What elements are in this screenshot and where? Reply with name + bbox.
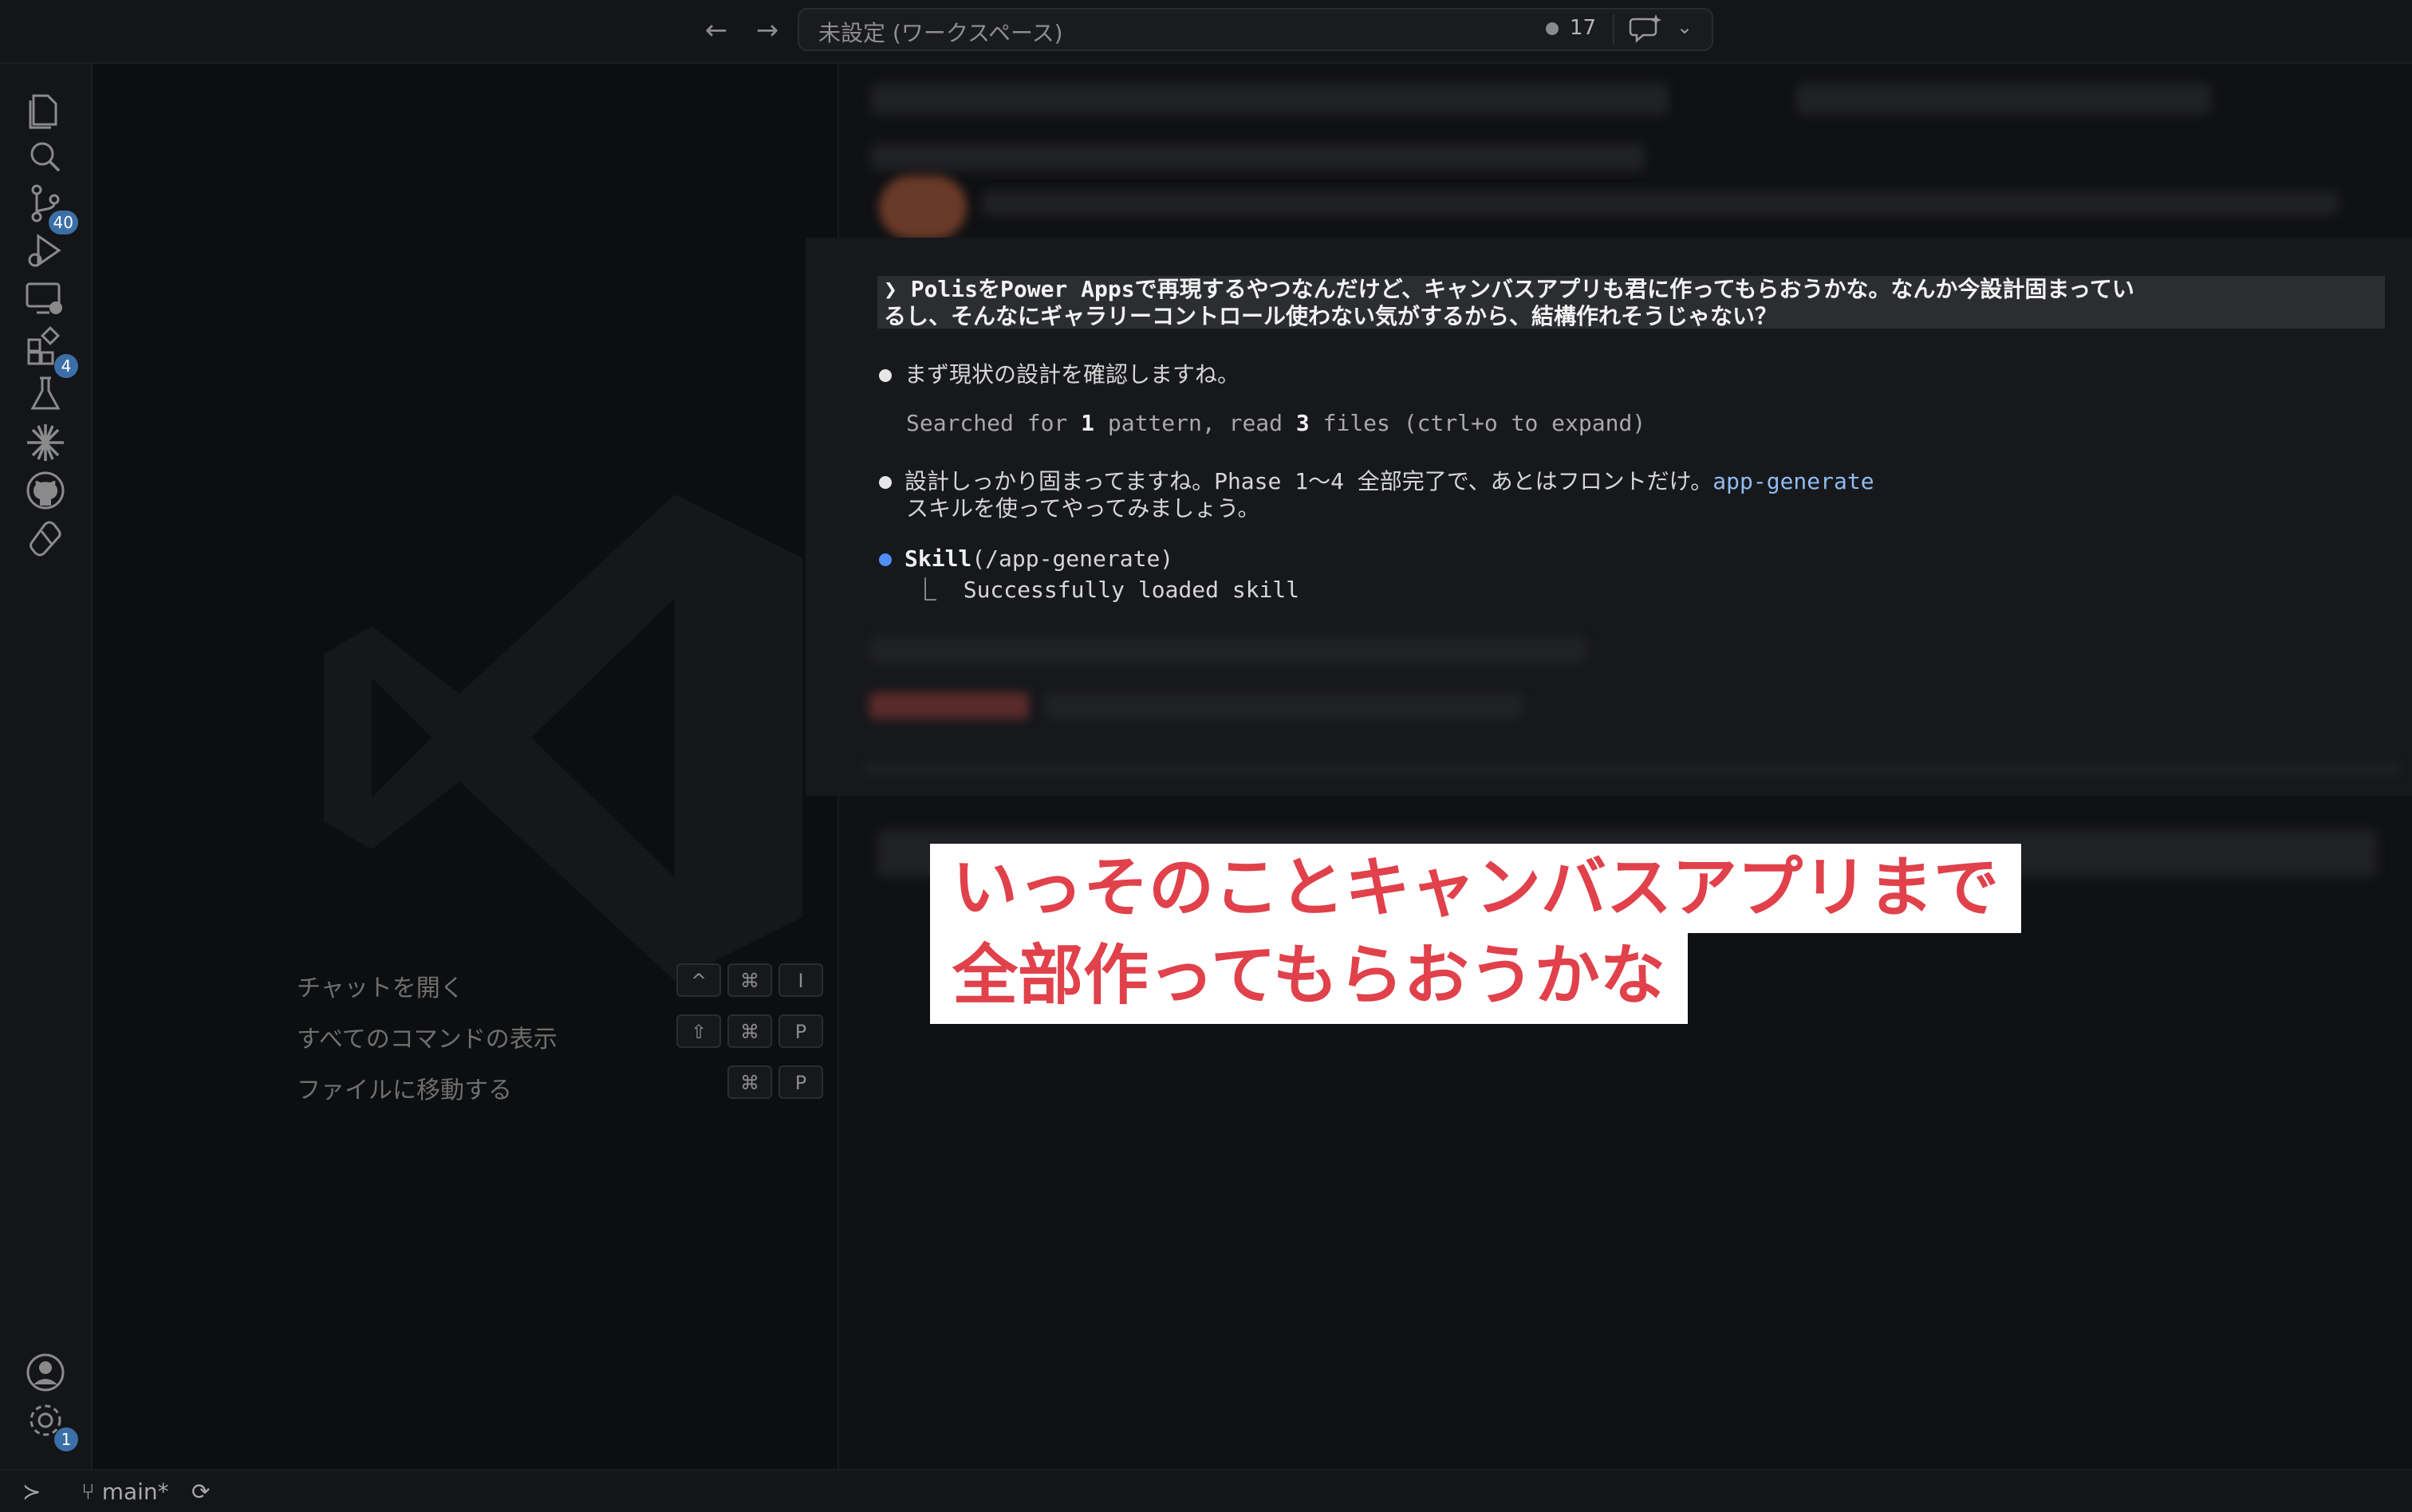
source-control-item[interactable]: 40: [21, 179, 78, 234]
claude-sparkle-icon[interactable]: [21, 418, 70, 467]
extensions-item[interactable]: 4: [21, 322, 78, 378]
sync-icon[interactable]: ⟳: [191, 1479, 210, 1505]
shortcut-label: ファイルに移動する: [297, 1077, 512, 1104]
editor-welcome: チャットを開く ^ ⌘ I すべてのコマンドの表示 ⇧ ⌘ P ファイルに移動す…: [93, 64, 839, 1469]
forward-arrow-icon[interactable]: →: [753, 16, 782, 45]
explorer-files-icon[interactable]: [21, 85, 70, 134]
run-debug-icon[interactable]: [21, 226, 70, 276]
blurred-tabs: [871, 83, 1669, 115]
skill-arg: (/app-generate): [972, 545, 1174, 572]
skill-name: Skill: [905, 545, 972, 572]
blurred-avatar: [879, 175, 967, 239]
blurred-actions: [1796, 83, 2211, 115]
branch-indicator[interactable]: ⑂ main*: [81, 1479, 169, 1505]
key-cmd: ⌘: [727, 1065, 772, 1099]
shortcut-show-all-commands[interactable]: すべてのコマンドの表示 ⇧ ⌘ P: [297, 1013, 823, 1053]
key-cmd: ⌘: [727, 963, 772, 997]
claude-chat-panel: ❯ PolisをPower Appsで再現するやつなんだけど、キャンバスアプリも…: [806, 238, 2412, 796]
summary-text: pattern, read: [1094, 410, 1296, 436]
account-icon[interactable]: [21, 1348, 70, 1397]
summary-text: Searched for: [906, 410, 1082, 436]
command-center[interactable]: 未設定 (ワークスペース) 17 ⌄: [798, 8, 1713, 51]
file-count: 3: [1295, 410, 1310, 436]
vscode-watermark-icon: [324, 494, 802, 981]
dot-icon: [1546, 22, 1559, 35]
bullet-icon: [879, 369, 892, 382]
blurred-header: [871, 144, 1645, 171]
bullet-icon: [879, 476, 892, 489]
shortcut-open-chat[interactable]: チャットを開く ^ ⌘ I: [297, 962, 823, 1002]
blurred-line: [869, 692, 1029, 719]
skill-call: Skill(/app-generate): [879, 545, 1173, 572]
title-bar: ← → 未設定 (ワークスペース) 17 ⌄: [0, 0, 2412, 64]
remote-indicator-icon[interactable]: ≻: [22, 1479, 41, 1505]
shortcut-go-to-file[interactable]: ファイルに移動する ⌘ P: [297, 1064, 823, 1104]
notification-count[interactable]: 17: [1546, 16, 1596, 40]
skill-reference: app-generate: [1712, 468, 1874, 494]
blurred-line: [1045, 692, 1523, 719]
manage-item[interactable]: 1: [21, 1396, 78, 1451]
summary-text: files (ctrl+o to expand): [1309, 410, 1646, 436]
key-ctrl: ^: [676, 963, 721, 997]
caption-line-2: 全部作ってもらおうかな: [930, 931, 1688, 1024]
shortcut-label: チャットを開く: [297, 975, 464, 1002]
prompt-line-1: ❯ PolisをPower Appsで再現するやつなんだけど、キャンバスアプリも…: [884, 276, 2134, 302]
key-p: P: [778, 1065, 823, 1099]
status-bar: ≻ ⑂ main* ⟳: [0, 1469, 2412, 1512]
github-icon[interactable]: [21, 466, 70, 515]
blurred-divider: [861, 764, 2401, 774]
key-i: I: [778, 963, 823, 997]
key-cmd: ⌘: [727, 1014, 772, 1048]
search-icon[interactable]: [21, 132, 70, 182]
bullet-icon: [879, 553, 892, 566]
back-arrow-icon[interactable]: ←: [702, 16, 731, 45]
prompt-line-2: るし、そんなにギャラリーコントロール使わない気がするから、結構作れそうじゃない？: [884, 303, 1778, 329]
assistant-message-1: まず現状の設計を確認しますね。: [879, 357, 1240, 389]
caption-text: 全部作ってもらおうかな: [952, 938, 1665, 1014]
skill-result: ⎿ Successfully loaded skill: [914, 577, 1300, 603]
branch-icon: ⑂: [81, 1479, 95, 1505]
message-text: まず現状の設計を確認しますね。: [905, 361, 1240, 388]
caption-text: いっそのことキャンバスアプリまで: [952, 850, 2000, 926]
blurred-text: [983, 191, 2339, 215]
divider: [1613, 14, 1614, 45]
assistant-message-2-cont: スキルを使ってやってみましょう。: [906, 495, 1260, 522]
remote-explorer-icon[interactable]: [21, 274, 70, 324]
settings-badge: 1: [54, 1427, 78, 1451]
activity-bar: 40 4 1: [0, 64, 93, 1469]
search-summary[interactable]: Searched for 1 pattern, read 3 files (ct…: [906, 410, 1645, 436]
branch-name: main*: [101, 1479, 169, 1505]
blurred-line: [869, 636, 1587, 663]
key-p: P: [778, 1014, 823, 1048]
power-platform-icon[interactable]: [21, 514, 70, 563]
shortcut-label: すべてのコマンドの表示: [297, 1026, 558, 1053]
key-shift: ⇧: [676, 1014, 721, 1048]
pattern-count: 1: [1081, 410, 1095, 436]
notification-count-text: 17: [1570, 16, 1597, 40]
testing-flask-icon[interactable]: [21, 370, 70, 419]
user-prompt: ❯ PolisをPower Appsで再現するやつなんだけど、キャンバスアプリも…: [877, 276, 2385, 329]
workspace-label: 未設定 (ワークスペース): [818, 20, 1063, 46]
chevron-down-icon[interactable]: ⌄: [1677, 16, 1693, 38]
chat-sparkle-icon[interactable]: [1629, 11, 1664, 46]
caption-line-1: いっそのことキャンバスアプリまで: [930, 844, 2022, 933]
